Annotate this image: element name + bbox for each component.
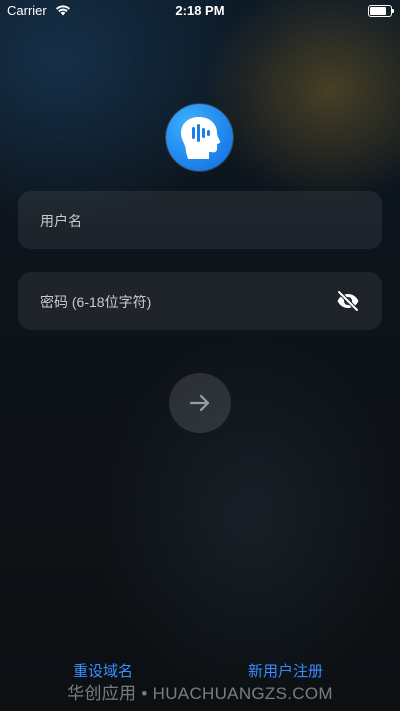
clock: 2:18 PM <box>175 3 225 18</box>
password-input[interactable] <box>38 272 342 332</box>
battery-icon <box>368 5 394 17</box>
watermark-text: 华创应用 • HUACHUANGZS.COM <box>67 684 333 703</box>
arrow-right-icon <box>189 394 210 412</box>
battery-level <box>370 7 387 15</box>
register-link[interactable]: 新用户注册 <box>248 660 323 681</box>
reset-domain-link[interactable]: 重设域名 <box>73 660 133 681</box>
password-field-container <box>18 272 382 332</box>
username-input[interactable] <box>38 191 342 251</box>
app-logo <box>166 104 233 171</box>
login-submit-button[interactable] <box>169 373 231 433</box>
username-field-container <box>18 191 382 251</box>
status-bar: Carrier 2:18 PM <box>0 0 400 22</box>
eye-slash-icon[interactable] <box>336 290 360 312</box>
head-voice-icon <box>181 117 221 159</box>
